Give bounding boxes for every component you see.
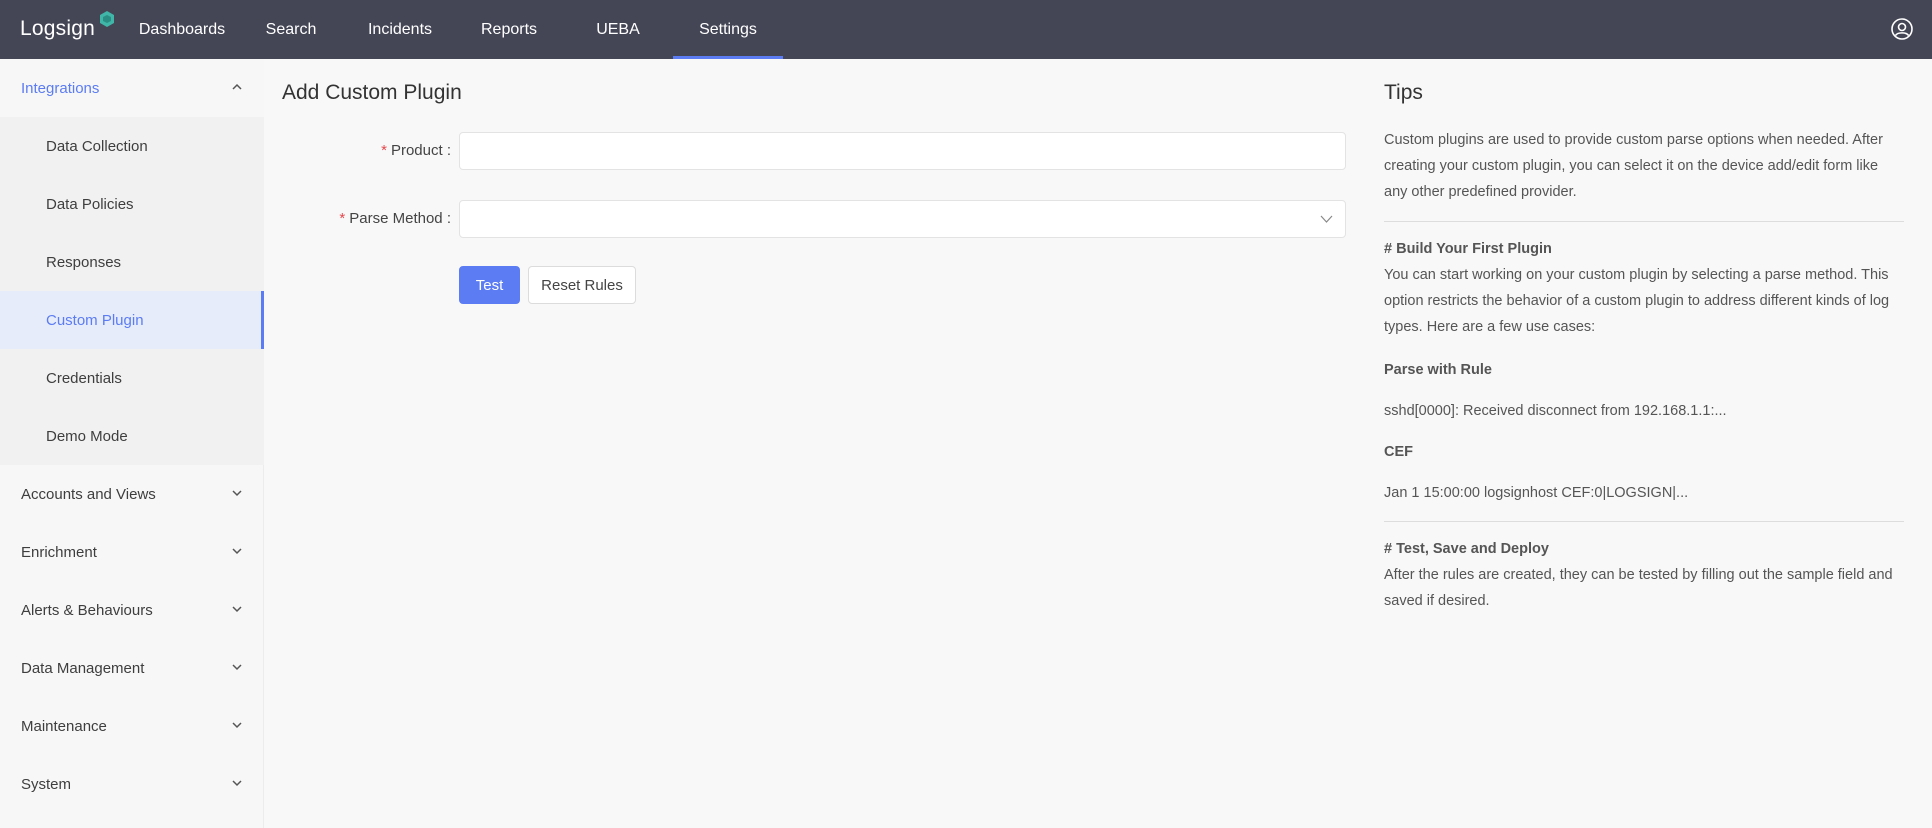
sidebar-group-alerts-behaviours[interactable]: Alerts & Behaviours	[0, 581, 264, 639]
divider	[1384, 221, 1904, 222]
nav-dashboards[interactable]: Dashboards	[130, 0, 234, 59]
parse-method-label-text: Parse Method	[349, 210, 443, 227]
tips-build-text: You can start working on your custom plu…	[1384, 267, 1890, 335]
sidebar-group-system[interactable]: System	[0, 755, 264, 813]
sidebar-item-data-collection[interactable]: Data Collection	[0, 117, 264, 175]
nav-ueba[interactable]: UEBA	[584, 0, 652, 59]
chevron-down-icon	[232, 548, 242, 555]
tips-build-heading: # Build Your First Plugin	[1384, 241, 1552, 257]
label-colon: :	[446, 142, 451, 159]
required-mark: *	[339, 210, 346, 227]
sidebar-group-label: Enrichment	[21, 543, 97, 561]
sidebar-group-label: Data Management	[21, 659, 145, 677]
parse-method-label: * Parse Method :	[281, 210, 451, 227]
chevron-down-icon	[232, 490, 242, 497]
parse-method-select[interactable]	[459, 200, 1346, 238]
product-label-text: Product	[390, 142, 443, 159]
reset-rules-button[interactable]: Reset Rules	[528, 266, 636, 304]
sidebar-group-label: System	[21, 775, 72, 793]
tips-cef-example: Jan 1 15:00:00 logsignhost CEF:0|LOGSIGN…	[1384, 485, 1689, 501]
chevron-down-icon	[232, 606, 242, 613]
sidebar-group-integrations[interactable]: Integrations	[0, 59, 264, 117]
label-colon: :	[446, 210, 451, 227]
chevron-down-icon	[1320, 215, 1333, 223]
sidebar-item-responses[interactable]: Responses	[0, 233, 264, 291]
nav-search[interactable]: Search	[258, 0, 324, 59]
tips-rule-example: sshd[0000]: Received disconnect from 192…	[1384, 403, 1727, 419]
nav-settings[interactable]: Settings	[673, 0, 783, 59]
tips-rule-heading: Parse with Rule	[1384, 362, 1492, 378]
sidebar-item-custom-plugin[interactable]: Custom Plugin	[0, 291, 264, 349]
nav-reports[interactable]: Reports	[472, 0, 546, 59]
chevron-down-icon	[232, 780, 242, 787]
sidebar-group-data-management[interactable]: Data Management	[0, 639, 264, 697]
settings-sidebar: Integrations Data Collection Data Polici…	[0, 59, 264, 828]
test-button[interactable]: Test	[459, 266, 520, 304]
product-input[interactable]	[459, 132, 1346, 170]
user-account-icon[interactable]	[1890, 17, 1914, 41]
top-navigation-bar: Logsign Dashboards Search Incidents Repo…	[0, 0, 1932, 59]
sidebar-group-enrichment[interactable]: Enrichment	[0, 523, 264, 581]
tips-title: Tips	[1384, 81, 1423, 104]
sidebar-item-credentials[interactable]: Credentials	[0, 349, 264, 407]
sidebar-group-accounts-and-views[interactable]: Accounts and Views	[0, 465, 264, 523]
sidebar-group-label: Maintenance	[21, 717, 107, 735]
required-mark: *	[381, 142, 387, 159]
sidebar-group-label: Accounts and Views	[21, 485, 156, 503]
tips-deploy-heading: # Test, Save and Deploy	[1384, 541, 1549, 557]
logo-mark-icon	[100, 11, 114, 27]
tips-deploy-text: After the rules are created, they can be…	[1384, 567, 1893, 609]
product-label: * Product :	[281, 142, 451, 159]
tips-cef-heading: CEF	[1384, 444, 1413, 460]
sidebar-group-label: Integrations	[21, 79, 100, 97]
chevron-down-icon	[232, 722, 242, 729]
page-title: Add Custom Plugin	[282, 81, 462, 104]
logsign-logo[interactable]: Logsign	[20, 11, 114, 46]
nav-incidents[interactable]: Incidents	[362, 0, 438, 59]
sidebar-item-demo-mode[interactable]: Demo Mode	[0, 407, 264, 465]
divider	[1384, 521, 1904, 522]
sidebar-group-label: Alerts & Behaviours	[21, 601, 153, 619]
tips-intro: Custom plugins are used to provide custo…	[1384, 132, 1883, 200]
chevron-up-icon	[232, 83, 242, 90]
chevron-down-icon	[232, 664, 242, 671]
sidebar-item-data-policies[interactable]: Data Policies	[0, 175, 264, 233]
logo-text: Logsign	[20, 17, 95, 40]
sidebar-group-maintenance[interactable]: Maintenance	[0, 697, 264, 755]
